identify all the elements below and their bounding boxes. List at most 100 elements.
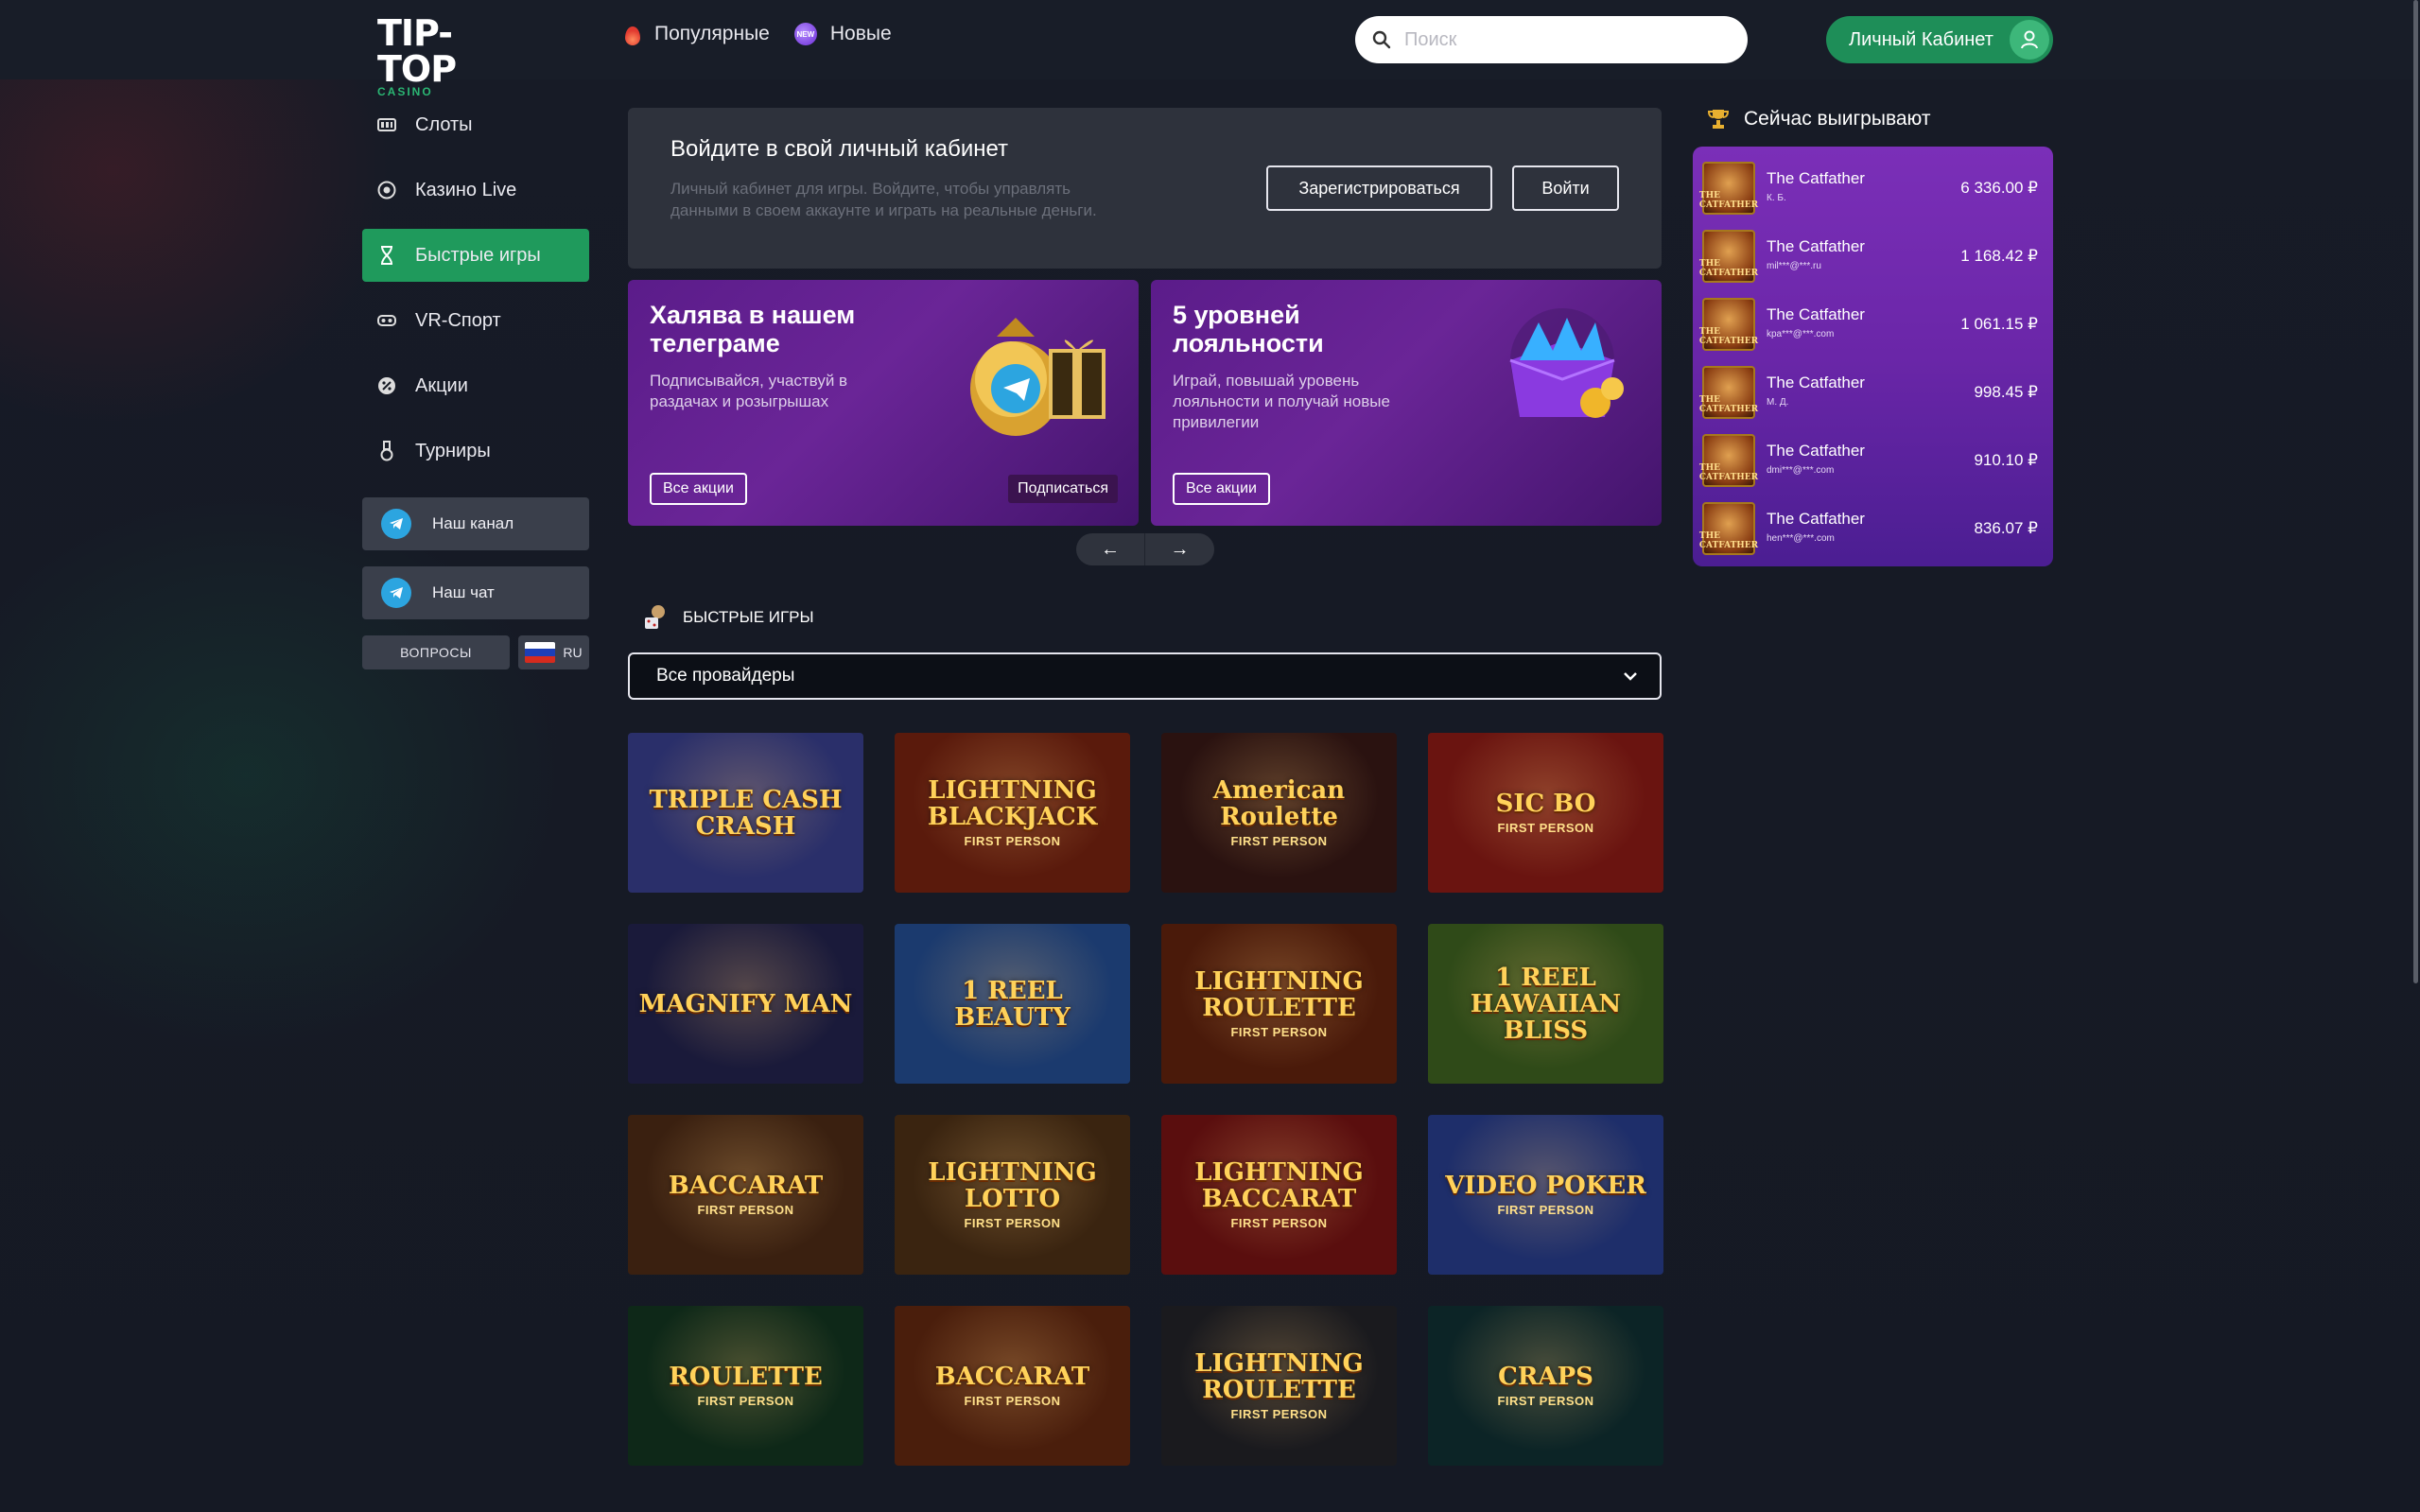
winner-amount: 1 168.42 ₽ — [1960, 247, 2038, 265]
nav-new[interactable]: NEW Новые — [793, 23, 892, 45]
search-input[interactable] — [1404, 28, 1726, 51]
nav-popular[interactable]: Популярные — [624, 23, 770, 45]
carousel-prev-button[interactable]: ← — [1076, 533, 1145, 565]
game-title: LIGHTNING BACCARAT — [1194, 1158, 1364, 1213]
winner-row[interactable]: THE CATFATHER The Catfather К. Б. 6 336.00 … — [1693, 156, 2053, 224]
telegram-channel-button[interactable]: Наш канал — [362, 497, 589, 550]
all-promos-button[interactable]: Все акции — [650, 473, 747, 505]
game-subtitle: FIRST PERSON — [1230, 1216, 1328, 1230]
all-promos-button[interactable]: Все акции — [1173, 473, 1270, 505]
page: TIP-TOP CASINO Популярные NEW Новые Личн… — [0, 0, 2420, 1512]
winner-row[interactable]: THE CATFATHER The Catfather dmi***@***.com… — [1693, 428, 2053, 496]
game-title-wrap: LIGHTNING ROULETTE FIRST PERSON — [1161, 1350, 1397, 1421]
game-tile[interactable]: BACCARAT FIRST PERSON — [895, 1306, 1130, 1466]
cabinet-label: Личный Кабинет — [1849, 28, 1993, 50]
login-card: Войдите в свой личный кабинет Личный каб… — [628, 108, 1662, 269]
winner-game: The Catfather — [1767, 237, 1865, 255]
page-scrollbar[interactable] — [2413, 0, 2418, 983]
sidebar-bottom: ВОПРОСЫ RU — [362, 635, 589, 669]
winner-amount: 836.07 ₽ — [1974, 519, 2038, 537]
login-button[interactable]: Войти — [1512, 165, 1619, 211]
winner-game: The Catfather — [1767, 169, 1865, 187]
winner-user: hen***@***.com — [1767, 533, 1835, 544]
game-tile[interactable]: ROULETTE FIRST PERSON — [628, 1306, 863, 1466]
game-tile[interactable]: SIC BO FIRST PERSON — [1428, 733, 1663, 893]
sidebar-item-vr-sport[interactable]: VR-Спорт — [362, 294, 589, 347]
game-title-wrap: BACCARAT FIRST PERSON — [659, 1173, 832, 1217]
game-thumbnail: THE CATFATHER — [1699, 434, 1758, 487]
faq-button[interactable]: ВОПРОСЫ — [362, 635, 510, 669]
login-description: Личный кабинет для игры. Войдите, чтобы … — [670, 180, 1097, 219]
game-tile[interactable]: TRIPLE CASH CRASH — [628, 733, 863, 893]
game-title: American Roulette — [1212, 776, 1346, 831]
language-label: RU — [563, 645, 583, 660]
user-icon — [2010, 20, 2049, 60]
game-tile[interactable]: CRAPS FIRST PERSON — [1428, 1306, 1663, 1466]
game-tile[interactable]: LIGHTNING BLACKJACK FIRST PERSON — [895, 733, 1130, 893]
cabinet-button[interactable]: Личный Кабинет — [1826, 16, 2053, 63]
gift-bag-icon — [970, 318, 1106, 436]
search-box[interactable] — [1355, 16, 1748, 63]
winner-game: The Catfather — [1767, 374, 1865, 391]
game-title: VIDEO POKER — [1445, 1172, 1646, 1200]
game-title-wrap: ROULETTE FIRST PERSON — [659, 1364, 832, 1408]
game-tile[interactable]: LIGHTNING ROULETTE FIRST PERSON — [1161, 924, 1397, 1084]
game-tile[interactable]: 1 REEL BEAUTY — [895, 924, 1130, 1084]
game-thumbnail: THE CATFATHER — [1699, 366, 1758, 419]
winners-list: THE CATFATHER The Catfather К. Б. 6 336.00 … — [1693, 147, 2053, 566]
game-title-wrap: BACCARAT FIRST PERSON — [926, 1364, 1099, 1408]
logo-main: TIP-TOP — [377, 12, 457, 90]
game-tile[interactable]: MAGNIFY MAN — [628, 924, 863, 1084]
winner-row[interactable]: THE CATFATHER The Catfather hen***@***.com… — [1693, 496, 2053, 565]
game-tile[interactable]: 1 REEL HAWAIIAN BLISS — [1428, 924, 1663, 1084]
winner-amount: 998.45 ₽ — [1974, 383, 2038, 401]
register-button[interactable]: Зарегистрироваться — [1266, 165, 1492, 211]
game-title-wrap: SIC BO FIRST PERSON — [1487, 791, 1606, 835]
game-title-wrap: LIGHTNING ROULETTE FIRST PERSON — [1161, 968, 1397, 1039]
game-title: TRIPLE CASH CRASH — [649, 785, 843, 841]
subscribe-button[interactable]: Подписаться — [1008, 475, 1118, 503]
dice-cup-icon — [645, 605, 665, 629]
game-tile[interactable]: VIDEO POKER FIRST PERSON — [1428, 1115, 1663, 1275]
winner-row[interactable]: THE CATFATHER The Catfather mil***@***.ru 1… — [1693, 224, 2053, 292]
game-tile[interactable]: LIGHTNING BACCARAT FIRST PERSON — [1161, 1115, 1397, 1275]
game-tile[interactable]: BACCARAT FIRST PERSON — [628, 1115, 863, 1275]
winners-title: Сейчас выигрывают — [1744, 108, 1931, 130]
sidebar-item-quick-games[interactable]: Быстрые игры — [362, 229, 589, 282]
game-title-wrap: MAGNIFY MAN — [630, 991, 862, 1017]
medal-icon — [377, 441, 396, 461]
sidebar-item-slots[interactable]: Слоты — [362, 98, 589, 151]
telegram-chat-button[interactable]: Наш чат — [362, 566, 589, 619]
sidebar-item-tournaments[interactable]: Турниры — [362, 425, 589, 478]
fire-icon — [624, 23, 641, 45]
nav-new-label: Новые — [829, 23, 892, 44]
promo-loyalty[interactable]: 5 уровней лояльности Играй, повышай уров… — [1151, 280, 1662, 526]
winner-row[interactable]: THE CATFATHER The Catfather М. Д. 998.45 ₽ — [1693, 360, 2053, 428]
game-tile[interactable]: American Roulette FIRST PERSON — [1161, 733, 1397, 893]
winner-user: К. Б. — [1767, 193, 1786, 203]
sidebar-item-label: Быстрые игры — [415, 244, 541, 266]
game-title-wrap: LIGHTNING LOTTO FIRST PERSON — [895, 1159, 1130, 1230]
winner-user: М. Д. — [1767, 397, 1789, 408]
sidebar-item-live-casino[interactable]: Казино Live — [362, 164, 589, 217]
winner-row[interactable]: THE CATFATHER The Catfather kpa***@***.com… — [1693, 292, 2053, 360]
game-tile[interactable]: LIGHTNING ROULETTE FIRST PERSON — [1161, 1306, 1397, 1466]
sidebar-item-promotions[interactable]: Акции — [362, 359, 589, 412]
language-selector[interactable]: RU — [518, 635, 589, 669]
logo[interactable]: TIP-TOP CASINO — [377, 15, 519, 98]
sidebar-item-label: Казино Live — [415, 179, 517, 200]
provider-select[interactable]: Все провайдеры — [628, 652, 1662, 700]
new-badge-icon: NEW — [793, 23, 817, 45]
game-title: CRAPS — [1498, 1363, 1593, 1391]
game-title: LIGHTNING BLACKJACK — [927, 776, 1098, 831]
game-subtitle: FIRST PERSON — [697, 1394, 794, 1408]
carousel-next-button[interactable]: → — [1145, 533, 1214, 565]
promo-description: Подписывайся, участвуй в раздачах и розы… — [650, 372, 848, 410]
telegram-chat-label: Наш чат — [432, 583, 495, 601]
promo-telegram[interactable]: Халява в нашем телеграме Подписывайся, у… — [628, 280, 1139, 526]
top-nav: Популярные NEW Новые — [624, 23, 892, 45]
game-tile[interactable]: LIGHTNING LOTTO FIRST PERSON — [895, 1115, 1130, 1275]
game-subtitle: FIRST PERSON — [697, 1203, 794, 1217]
sidebar-item-label: Слоты — [415, 113, 473, 135]
sidebar: Слоты Казино Live Быстрые игры VR-Спорт … — [362, 98, 589, 669]
